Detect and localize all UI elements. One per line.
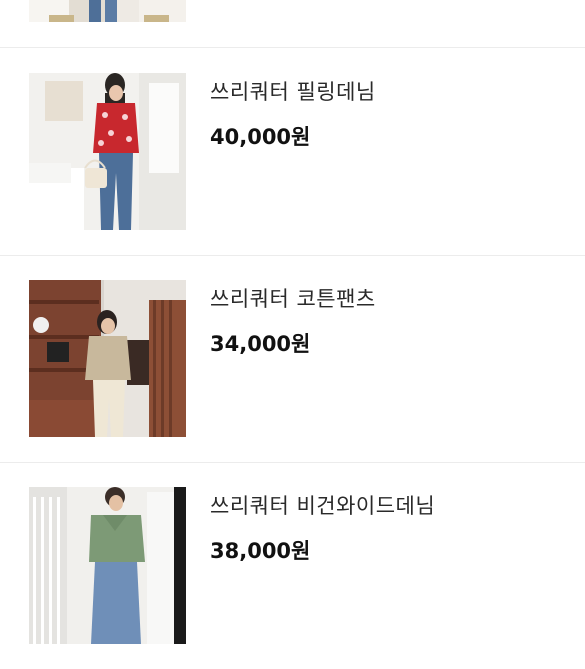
product-title[interactable]: 쓰리쿼터 코튼팬츠	[210, 283, 376, 313]
product-thumbnail[interactable]	[29, 280, 186, 437]
product-item[interactable]: 쓰리쿼터 코튼팬츠 34,000원	[0, 255, 585, 462]
product-price: 40,000원	[210, 125, 311, 149]
product-price: 38,000원	[210, 539, 311, 563]
product-title[interactable]: 쓰리쿼터 비건와이드데님	[210, 490, 435, 520]
product-title[interactable]: 쓰리쿼터 필링데님	[210, 76, 376, 106]
product-list: 쓰리쿼터 필링데님 40,000원 쓰리쿼터 코튼팬츠 34,000원 쓰리쿼터…	[0, 0, 585, 644]
product-price: 34,000원	[210, 332, 311, 356]
product-item-partial[interactable]	[0, 0, 585, 47]
product-item[interactable]: 쓰리쿼터 필링데님 40,000원	[0, 48, 585, 255]
product-item[interactable]: 쓰리쿼터 비건와이드데님 38,000원	[0, 462, 585, 669]
product-thumbnail[interactable]	[29, 0, 186, 22]
product-thumbnail[interactable]	[29, 73, 186, 230]
product-thumbnail[interactable]	[29, 487, 186, 644]
